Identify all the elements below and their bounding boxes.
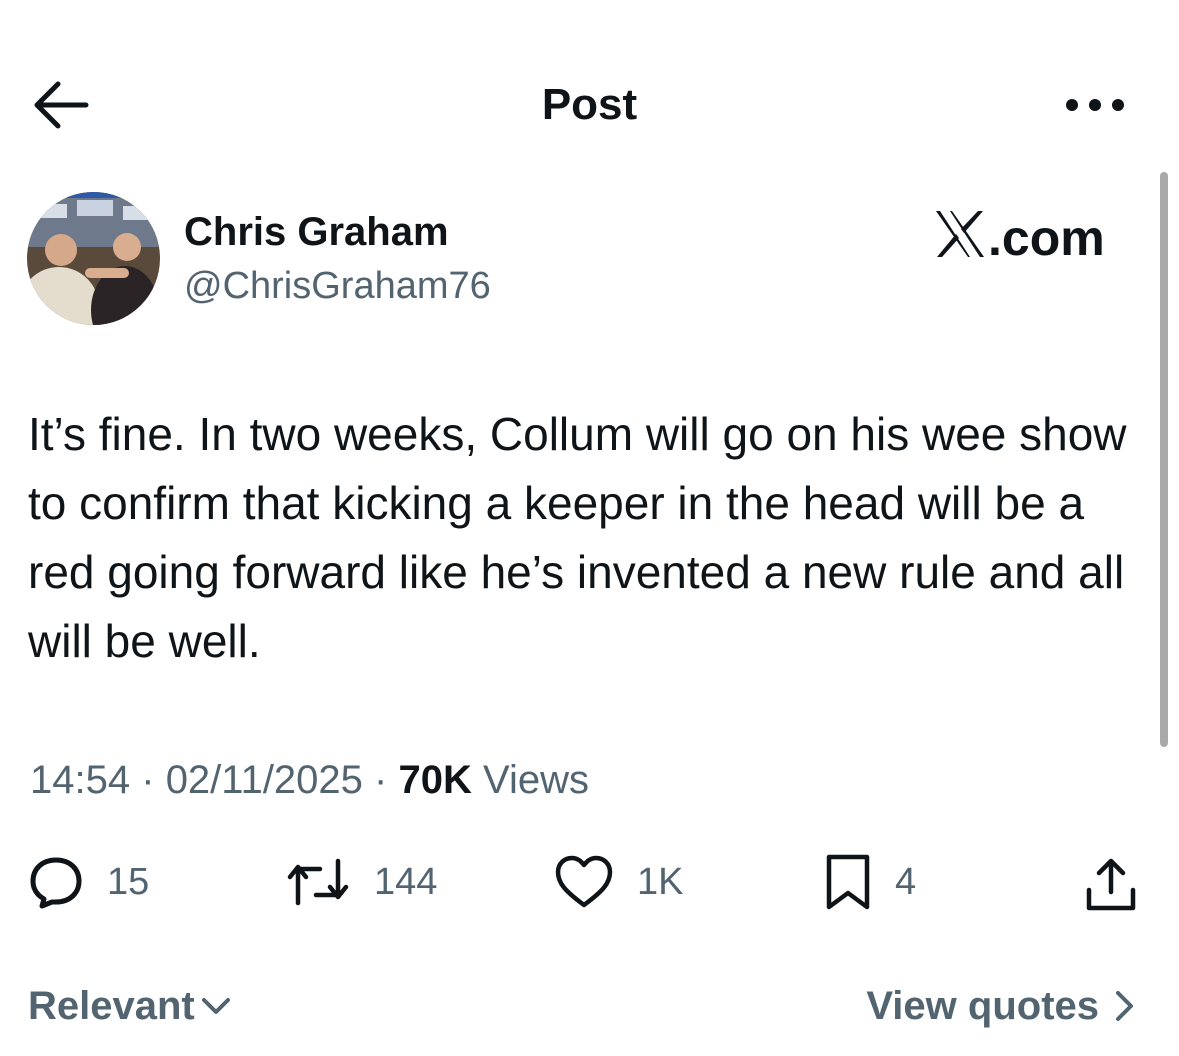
x-com-logo: .com (930, 205, 1125, 266)
view-quotes-link[interactable]: View quotes (866, 980, 1139, 1032)
post-text: It’s fine. In two weeks, Collum will go … (28, 408, 1127, 667)
avatar[interactable] (27, 192, 160, 325)
views-label: Views (483, 758, 589, 802)
like-button[interactable]: 1K (553, 850, 683, 914)
repost-count: 144 (374, 860, 438, 903)
meta-separator: · (374, 758, 388, 802)
view-quotes-label: View quotes (866, 984, 1099, 1028)
sort-dropdown[interactable]: Relevant (28, 980, 233, 1032)
bookmark-button[interactable]: 4 (823, 850, 916, 914)
post-time: 14:54 (30, 758, 131, 802)
post-date: 02/11/2025 (165, 758, 363, 802)
views-count[interactable]: 70K (399, 758, 472, 802)
repost-button[interactable]: 144 (284, 850, 437, 914)
repost-icon (287, 858, 349, 906)
scrollbar[interactable] (1160, 172, 1168, 747)
x-logo-icon (936, 211, 984, 257)
share-icon (1086, 858, 1136, 911)
chevron-down-icon (201, 998, 230, 1014)
post-meta: 14:54 · 02/11/2025 · 70K Views (30, 754, 589, 806)
bookmark-count: 4 (895, 860, 917, 903)
bookmark-icon (826, 854, 870, 910)
more-button[interactable] (1062, 90, 1128, 120)
reply-icon (30, 857, 82, 909)
reply-button[interactable]: 15 (27, 850, 149, 914)
avatar-photo (27, 192, 160, 325)
meta-separator: · (141, 758, 155, 802)
author-name[interactable]: Chris Graham (184, 208, 449, 256)
svg-text:.com: .com (988, 210, 1105, 265)
like-count: 1K (637, 860, 684, 903)
share-button[interactable] (1081, 853, 1141, 917)
chevron-right-icon (1116, 991, 1133, 1021)
more-horizontal-icon (1066, 99, 1124, 111)
heart-icon (555, 855, 613, 908)
author-handle[interactable]: @ChrisGraham76 (184, 262, 491, 310)
page-title: Post (541, 80, 638, 129)
reply-count: 15 (107, 860, 150, 903)
sort-label: Relevant (28, 984, 195, 1028)
